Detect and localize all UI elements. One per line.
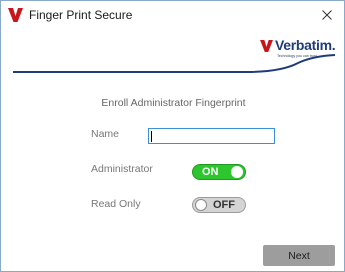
toggle-knob <box>231 166 243 178</box>
window-title: Finger Print Secure <box>29 8 133 22</box>
toggle-knob <box>195 199 207 211</box>
read-only-toggle[interactable]: OFF <box>192 197 246 213</box>
administrator-toggle-text: ON <box>202 166 219 178</box>
close-button[interactable] <box>310 1 344 29</box>
verbatim-mark-icon <box>260 40 273 52</box>
name-label: Name <box>91 128 120 140</box>
verbatim-logo-icon <box>8 8 23 22</box>
administrator-label: Administrator <box>91 163 153 175</box>
title-bar: Finger Print Secure <box>1 1 344 29</box>
app-window: Finger Print Secure Verbatim. Technology… <box>0 0 345 272</box>
enroll-heading: Enroll Administrator Fingerprint <box>101 97 246 109</box>
text-caret <box>151 131 152 142</box>
read-only-label: Read Only <box>91 198 141 210</box>
header-swoosh <box>13 54 335 73</box>
read-only-toggle-text: OFF <box>213 199 235 211</box>
administrator-toggle[interactable]: ON <box>192 164 246 180</box>
close-icon <box>322 10 332 20</box>
brand-name: Verbatim. <box>275 37 336 53</box>
name-input[interactable] <box>148 128 275 144</box>
next-button[interactable]: Next <box>263 245 335 266</box>
